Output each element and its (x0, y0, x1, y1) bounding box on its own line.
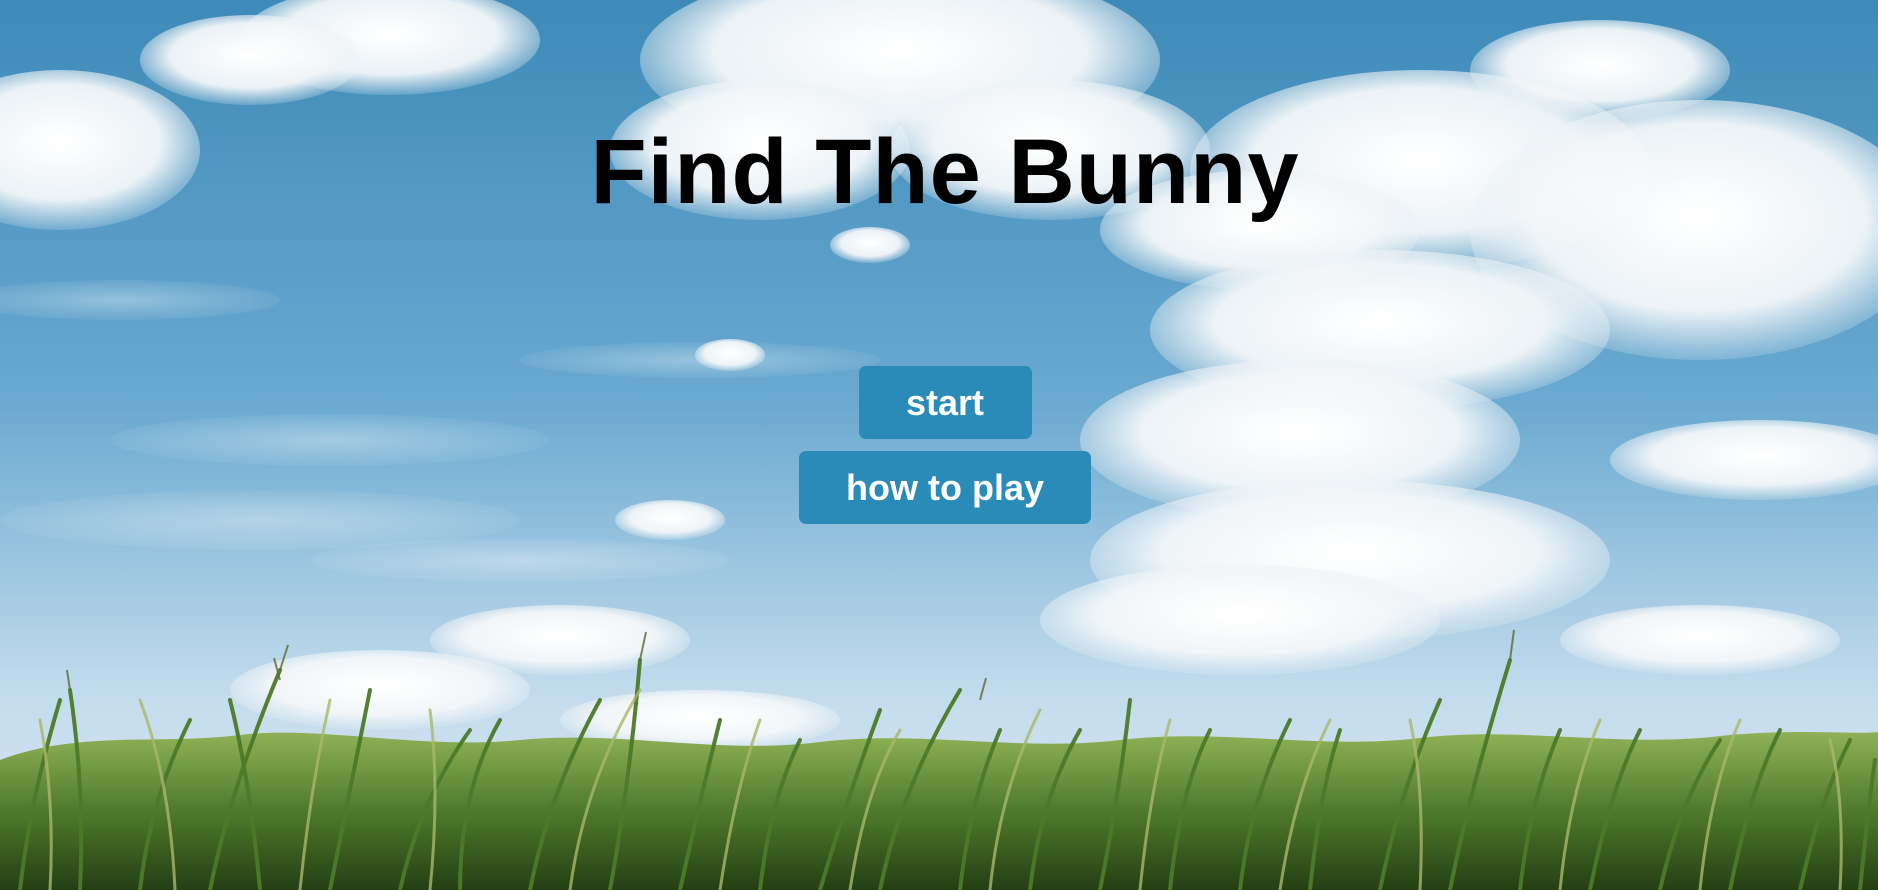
main-menu: start how to play (0, 366, 1878, 524)
start-button[interactable]: start (858, 366, 1032, 439)
game-title: Find The Bunny (590, 121, 1300, 223)
how-to-play-button[interactable]: how to play (799, 451, 1091, 524)
